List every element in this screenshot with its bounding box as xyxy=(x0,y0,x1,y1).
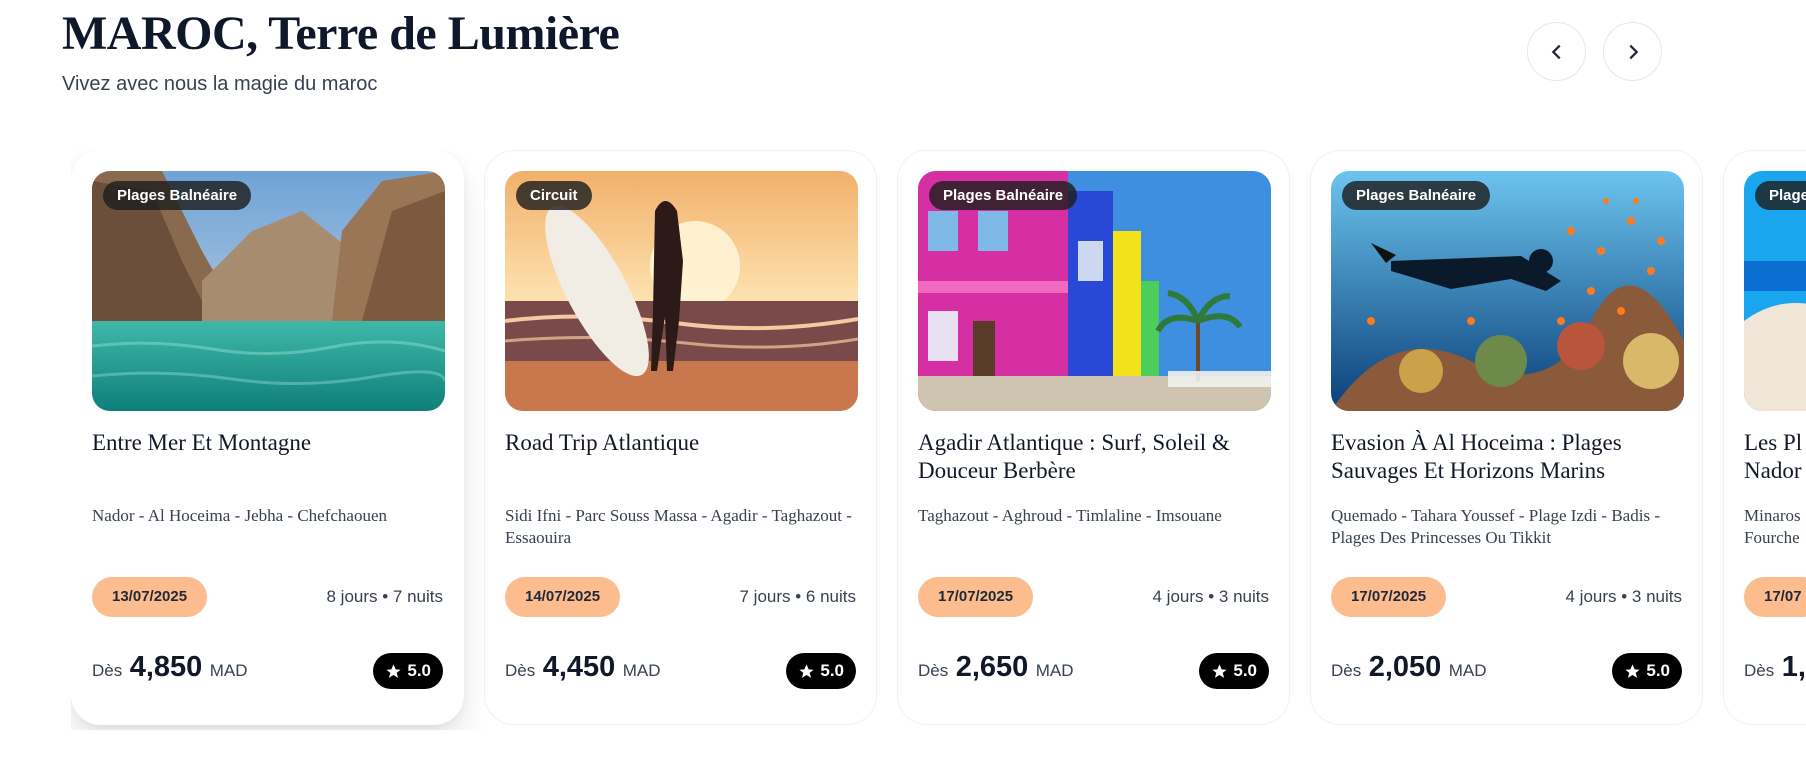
tour-route: Nador - Al Hoceima - Jebha - Chefchaouen xyxy=(92,506,388,525)
tour-card[interactable]: Plage Les Pl Nador Minaros Fourche 17/07… xyxy=(1723,150,1806,725)
category-tag: Plages Balnéaire xyxy=(1342,181,1491,210)
price-currency: MAD xyxy=(1448,661,1487,680)
rating-badge: 5.0 xyxy=(1199,653,1269,689)
tour-card[interactable]: Circuit Road Trip Atlantique Sidi Ifni -… xyxy=(484,150,877,725)
star-icon xyxy=(1212,663,1227,678)
price-prefix: Dès xyxy=(505,661,536,680)
price-amount: 1, xyxy=(1781,651,1806,683)
price-currency: MAD xyxy=(622,661,661,680)
rating-value: 5.0 xyxy=(1233,661,1257,680)
tour-title[interactable]: Evasion À Al Hoceima : Plages Sauvages E… xyxy=(1331,429,1691,485)
tour-price: Dès 4,850 MAD xyxy=(92,651,248,684)
page-subtitle: Vivez avec nous la magie du maroc xyxy=(62,72,378,95)
rating-badge: 5.0 xyxy=(786,653,856,689)
price-currency: MAD xyxy=(209,661,248,680)
tour-route: Sidi Ifni - Parc Souss Massa - Agadir - … xyxy=(505,506,852,547)
price-prefix: Dès xyxy=(918,661,949,680)
tour-date-badge: 14/07/2025 xyxy=(505,577,621,617)
category-tag: Plage xyxy=(1755,181,1806,210)
tour-card[interactable]: Plages Balnéaire Entre Mer Et Montagne N… xyxy=(71,150,464,725)
price-amount: 2,650 xyxy=(955,651,1029,683)
section-header: MAROC, Terre de Lumière Vivez avec nous … xyxy=(62,7,620,96)
tour-image: Plages Balnéaire xyxy=(918,171,1271,411)
tour-route: Taghazout - Aghroud - Timlaline - Imsoua… xyxy=(918,506,1222,525)
tour-price: Dès 2,650 MAD xyxy=(918,651,1074,684)
tour-price: Dès 2,050 MAD xyxy=(1331,651,1487,684)
tour-duration: 8 jours • 7 nuits xyxy=(326,587,443,606)
tour-duration: 4 jours • 3 nuits xyxy=(1565,587,1682,606)
price-prefix: Dès xyxy=(92,661,123,680)
star-icon xyxy=(1625,663,1640,678)
tour-image: Plages Balnéaire xyxy=(92,171,445,411)
tour-date-badge: 17/07 xyxy=(1744,577,1806,617)
tour-duration: 4 jours • 3 nuits xyxy=(1152,587,1269,606)
price-amount: 2,050 xyxy=(1368,651,1442,683)
price-currency: MAD xyxy=(1035,661,1074,680)
tour-title[interactable]: Entre Mer Et Montagne xyxy=(92,429,452,457)
chevron-right-icon xyxy=(1628,44,1638,59)
page-title: MAROC, Terre de Lumière xyxy=(62,7,620,65)
category-tag: Plages Balnéaire xyxy=(929,181,1078,210)
tour-route: Quemado - Tahara Youssef - Plage Izdi - … xyxy=(1331,506,1660,547)
chevron-left-icon xyxy=(1551,44,1561,59)
tour-image: Plage xyxy=(1744,171,1806,411)
tour-image: Plages Balnéaire xyxy=(1331,171,1684,411)
tour-carousel: Plages Balnéaire Entre Mer Et Montagne N… xyxy=(71,150,1806,730)
tour-title[interactable]: Les Pl Nador xyxy=(1744,429,1806,485)
tour-date-badge: 17/07/2025 xyxy=(1331,577,1447,617)
carousel-prev-button[interactable] xyxy=(1527,22,1586,81)
tour-date-badge: 13/07/2025 xyxy=(92,577,208,617)
tour-title[interactable]: Road Trip Atlantique xyxy=(505,429,865,457)
price-prefix: Dès xyxy=(1331,661,1362,680)
tour-image: Circuit xyxy=(505,171,858,411)
tour-card[interactable]: Plages Balnéaire Evasion À Al Hoceima : … xyxy=(1310,150,1703,725)
price-amount: 4,450 xyxy=(542,651,616,683)
star-icon xyxy=(386,663,401,678)
tour-title[interactable]: Agadir Atlantique : Surf, Soleil & Douce… xyxy=(918,429,1278,485)
tour-card[interactable]: Plages Balnéaire Agadir Atlantique : Sur… xyxy=(897,150,1290,725)
tour-date-badge: 17/07/2025 xyxy=(918,577,1034,617)
rating-value: 5.0 xyxy=(820,661,844,680)
category-tag: Plages Balnéaire xyxy=(103,181,252,210)
tour-route: Minaros Fourche xyxy=(1744,506,1801,547)
rating-value: 5.0 xyxy=(1646,661,1670,680)
rating-badge: 5.0 xyxy=(1612,653,1682,689)
rating-value: 5.0 xyxy=(407,661,431,680)
price-prefix: Dès xyxy=(1744,661,1775,680)
rating-badge: 5.0 xyxy=(373,653,443,689)
category-tag: Circuit xyxy=(516,181,592,210)
star-icon xyxy=(799,663,814,678)
price-amount: 4,850 xyxy=(129,651,203,683)
tour-duration: 7 jours • 6 nuits xyxy=(739,587,856,606)
tour-price: Dès 1, xyxy=(1744,651,1806,684)
tour-price: Dès 4,450 MAD xyxy=(505,651,661,684)
carousel-next-button[interactable] xyxy=(1603,22,1662,81)
